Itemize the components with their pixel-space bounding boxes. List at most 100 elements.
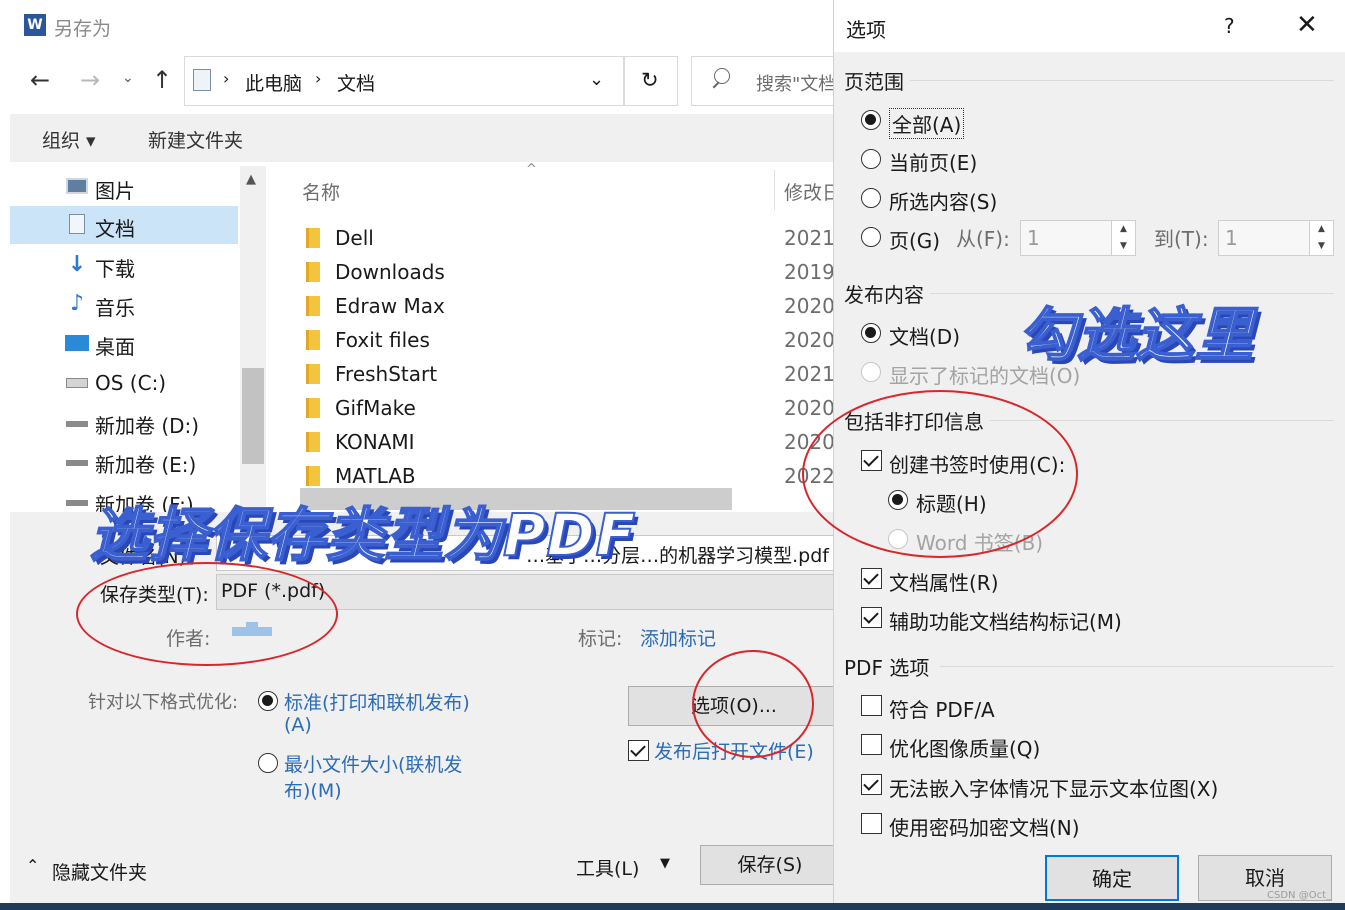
tools-menu[interactable]: 工具(L) <box>576 854 639 881</box>
file-row-folder[interactable]: Foxit files 2020 <box>300 324 840 358</box>
range-selection-radio[interactable] <box>861 188 881 208</box>
range-all-radio[interactable] <box>861 110 881 130</box>
range-to-stepper[interactable]: ▲ ▼ <box>1309 221 1333 255</box>
new-folder-button[interactable]: 新建文件夹 <box>148 126 243 153</box>
encrypt-label[interactable]: 使用密码加密文档(N) <box>889 812 1080 841</box>
range-all-label[interactable]: 全部(A) <box>889 108 965 139</box>
folder-name: Dell <box>335 226 374 250</box>
file-row-folder[interactable]: Edraw Max 2020 <box>300 290 840 324</box>
refresh-icon: ↻ <box>641 68 659 92</box>
search-icon-handle <box>712 81 720 89</box>
publish-markup-radio[interactable] <box>861 362 881 382</box>
folder-icon <box>306 296 320 316</box>
folder-icon <box>306 432 320 452</box>
sidebar-item-desktop[interactable]: 桌面 <box>10 324 238 362</box>
optimize-label: 针对以下格式优化: <box>88 692 239 713</box>
open-after-publish-checkbox[interactable] <box>628 740 649 761</box>
file-row-folder[interactable]: Dell 2021 <box>300 222 840 256</box>
optimize-standard-label[interactable]: 标准(打印和联机发布) <box>284 688 470 715</box>
sidebar-item-downloads[interactable]: ↓ 下载 <box>10 246 238 284</box>
hide-folders-chevron-icon[interactable]: ⌃ <box>26 856 39 875</box>
sidebar-item-label: 音乐 <box>95 296 135 320</box>
back-arrow-icon[interactable]: ← <box>30 66 50 94</box>
breadcrumb-this-pc[interactable]: 此电脑 <box>245 69 302 96</box>
sidebar-item-music[interactable]: ♪ 音乐 <box>10 285 238 323</box>
publish-document-label[interactable]: 文档(D) <box>889 321 960 350</box>
folder-date: 2020 <box>784 294 835 318</box>
document-location-icon <box>193 69 211 91</box>
folder-date: 2021 <box>784 226 835 250</box>
file-row-folder[interactable]: GifMake 2020 <box>300 392 840 426</box>
optimize-standard-radio[interactable] <box>258 691 278 711</box>
range-from-input[interactable]: 1 ▲ ▼ <box>1020 220 1136 256</box>
folder-icon <box>306 330 320 350</box>
optimize-standard-label-cont[interactable]: (A) <box>284 714 312 736</box>
optimize-minimum-label-cont[interactable]: 布)(M) <box>284 776 342 803</box>
address-dropdown-chevron-icon[interactable]: ⌄ <box>589 69 604 90</box>
range-to-input[interactable]: 1 ▲ ▼ <box>1218 220 1334 256</box>
navigation-scroll-thumb[interactable] <box>242 368 264 464</box>
column-header-modified[interactable]: 修改日期 <box>784 178 840 205</box>
save-button[interactable]: 保存(S) <box>700 845 840 885</box>
breadcrumb-separator-icon: › <box>315 69 322 88</box>
file-row-folder[interactable]: Downloads 2019 <box>300 256 840 290</box>
doc-properties-checkbox[interactable] <box>861 568 882 589</box>
range-selection-label[interactable]: 所选内容(S) <box>889 186 997 215</box>
recent-locations-chevron-icon[interactable]: ⌄ <box>122 70 134 86</box>
search-placeholder: 搜索"文档" <box>756 74 840 95</box>
annotation-circle-options-button <box>692 650 814 758</box>
optimize-minimum-label[interactable]: 最小文件大小(联机发 <box>284 750 462 777</box>
folder-icon <box>306 398 320 418</box>
section-divider <box>910 80 1334 81</box>
drive-icon <box>64 450 90 472</box>
music-icon: ♪ <box>69 291 85 316</box>
sidebar-item-pictures[interactable]: 图片 <box>10 168 238 206</box>
drive-icon <box>64 411 90 433</box>
column-header-name[interactable]: 名称 <box>302 178 340 205</box>
sidebar-item-drive-d[interactable]: 新加卷 (D:) <box>10 403 238 441</box>
sidebar-item-label: 图片 <box>95 179 135 203</box>
optimize-minimum-radio[interactable] <box>258 753 278 773</box>
word-app-icon: W <box>24 14 46 36</box>
sidebar-item-drive-e[interactable]: 新加卷 (E:) <box>10 442 238 480</box>
folder-name: Foxit files <box>335 328 430 352</box>
pdfa-checkbox[interactable] <box>861 695 882 716</box>
file-row-folder[interactable]: FreshStart 2021 <box>300 358 840 392</box>
sidebar-item-label: 新加卷 (D:) <box>95 414 200 438</box>
optimize-images-label[interactable]: 优化图像质量(Q) <box>889 733 1040 762</box>
up-arrow-icon[interactable]: ↑ <box>152 66 172 94</box>
sidebar-item-drive-c[interactable]: OS (C:) <box>10 364 238 402</box>
hide-folders-toggle[interactable]: 隐藏文件夹 <box>52 858 147 885</box>
bottom-edge-strip <box>0 903 1345 910</box>
pdfa-label[interactable]: 符合 PDF/A <box>889 694 995 723</box>
sidebar-item-documents[interactable]: 文档 <box>10 206 238 244</box>
help-button[interactable]: ? <box>1224 14 1235 38</box>
search-box[interactable]: 搜索"文档" <box>691 56 840 106</box>
organize-menu[interactable]: 组织 ▾ <box>42 126 96 153</box>
publish-document-radio[interactable] <box>861 323 881 343</box>
add-tag-link[interactable]: 添加标记 <box>640 624 716 651</box>
accessibility-tags-checkbox[interactable] <box>861 607 882 628</box>
range-current-label[interactable]: 当前页(E) <box>889 147 977 176</box>
encrypt-checkbox[interactable] <box>861 813 882 834</box>
tools-dropdown-icon[interactable]: ▼ <box>660 856 670 871</box>
doc-properties-label[interactable]: 文档属性(R) <box>889 567 999 596</box>
column-separator[interactable] <box>774 170 775 210</box>
optimize-images-checkbox[interactable] <box>861 734 882 755</box>
range-current-radio[interactable] <box>861 149 881 169</box>
accessibility-tags-label[interactable]: 辅助功能文档结构标记(M) <box>889 606 1122 635</box>
bitmap-text-label[interactable]: 无法嵌入字体情况下显示文本位图(X) <box>889 773 1218 802</box>
range-pages-label[interactable]: 页(G) <box>889 225 940 254</box>
breadcrumb-documents[interactable]: 文档 <box>337 69 375 96</box>
range-from-stepper[interactable]: ▲ ▼ <box>1111 221 1135 255</box>
refresh-button[interactable]: ↻ <box>624 56 678 106</box>
address-bar[interactable]: › 此电脑 › 文档 ⌄ <box>184 56 624 106</box>
bitmap-text-checkbox[interactable] <box>861 774 882 795</box>
close-icon[interactable]: ✕ <box>1296 10 1318 40</box>
forward-arrow-icon[interactable]: → <box>80 66 100 94</box>
range-pages-radio[interactable] <box>861 227 881 247</box>
annotation-select-pdf: 选择保存类型为PDF <box>89 500 637 570</box>
scroll-up-arrow-icon[interactable]: ▲ <box>246 172 256 187</box>
file-row-folder[interactable]: KONAMI 2020 <box>300 426 840 460</box>
ok-button[interactable]: 确定 <box>1045 855 1179 901</box>
